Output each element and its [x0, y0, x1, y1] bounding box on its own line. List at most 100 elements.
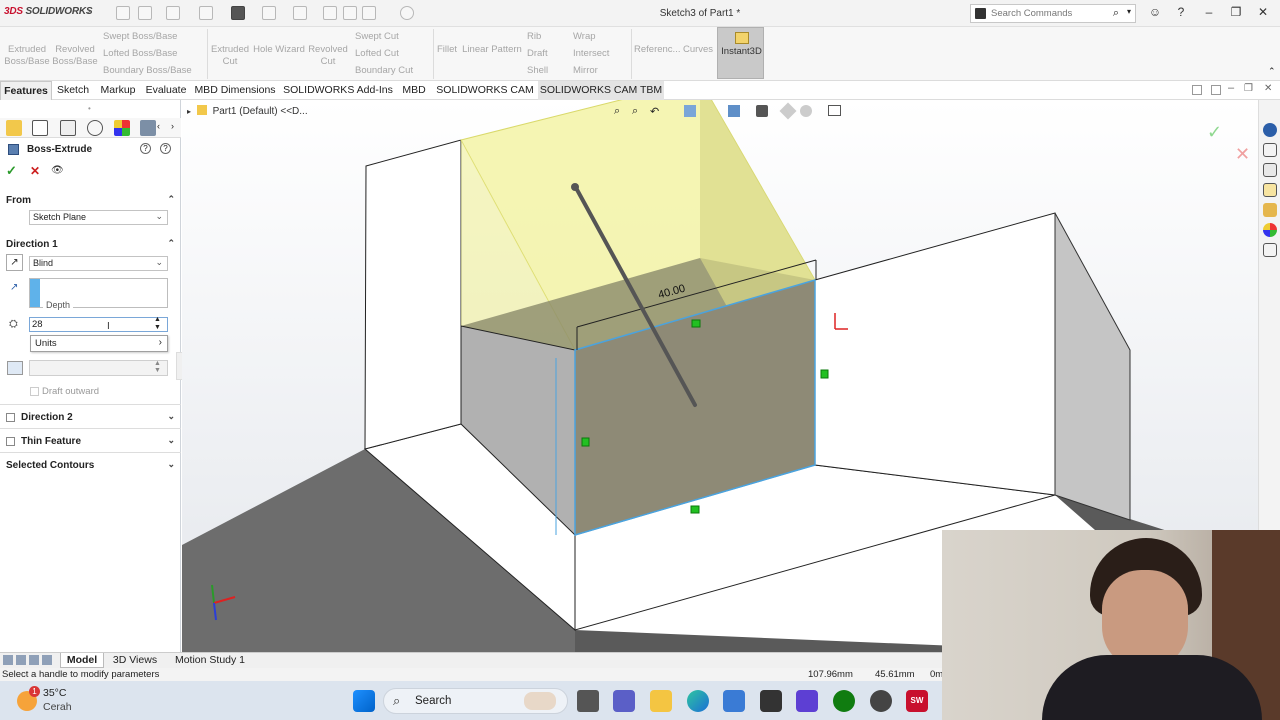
solidworks-taskbar-icon[interactable]: SW — [906, 690, 928, 712]
tab-features[interactable]: Features — [0, 81, 52, 100]
curves-button[interactable]: Curves — [682, 44, 714, 56]
display-manager-tab-icon[interactable] — [114, 120, 130, 136]
windows-start-icon[interactable] — [353, 690, 375, 712]
help-icon[interactable]: ? — [1172, 5, 1190, 21]
tab-nav-next-icon[interactable] — [29, 655, 39, 665]
units-flyout[interactable]: Units › — [30, 335, 168, 352]
teams-icon[interactable] — [613, 690, 635, 712]
panel-splitter-dot[interactable]: • — [88, 104, 91, 113]
home-pane-icon[interactable] — [1263, 143, 1277, 157]
close-button[interactable]: ✕ — [1254, 5, 1272, 21]
edit-appearance-icon[interactable] — [800, 105, 812, 117]
tab-markup[interactable]: Markup — [95, 81, 141, 100]
hide-show-icon[interactable] — [779, 102, 797, 120]
options-gear-icon[interactable] — [400, 6, 414, 20]
tab-solidworks-cam[interactable]: SOLIDWORKS CAM — [434, 81, 536, 100]
tab-model[interactable]: Model — [60, 653, 104, 668]
chevron-down-icon[interactable]: ⌄ — [167, 411, 175, 422]
store-icon[interactable] — [723, 690, 745, 712]
menu-expand-icon[interactable]: › — [87, 6, 90, 17]
draft-icon[interactable] — [7, 361, 23, 375]
new-window-icon[interactable] — [1211, 85, 1221, 95]
revolved-cut-button[interactable]: Revolved Cut — [308, 44, 348, 68]
tab-mbd[interactable]: MBD — [397, 81, 431, 100]
section-selected-contours[interactable]: Selected Contours ⌄ — [0, 457, 181, 475]
display-settings-icon[interactable] — [828, 105, 841, 116]
undo-icon[interactable] — [262, 6, 276, 20]
spin-up-icon[interactable]: ▲ — [154, 316, 161, 323]
xbox-icon[interactable] — [833, 690, 855, 712]
view-orientation-icon[interactable] — [728, 105, 740, 117]
doc-close-icon[interactable]: ✕ — [1264, 83, 1272, 94]
rib-button[interactable]: Rib — [527, 31, 541, 42]
draft-button[interactable]: Draft — [527, 48, 548, 59]
spin-down-icon[interactable]: ▼ — [154, 367, 161, 374]
design-library-icon[interactable] — [1263, 163, 1277, 177]
thin-feature-checkbox[interactable] — [6, 437, 15, 446]
revolved-boss-button[interactable]: Revolved Boss/Base — [52, 44, 98, 68]
from-select[interactable]: Sketch Plane ⌄ — [29, 210, 168, 225]
spin-up-icon[interactable]: ▲ — [154, 360, 161, 367]
extruded-cut-button[interactable]: Extruded Cut — [210, 44, 250, 68]
intersect-button[interactable]: Intersect — [573, 48, 609, 59]
cam-tab-icon[interactable] — [140, 120, 156, 136]
tab-motion-study[interactable]: Motion Study 1 — [168, 653, 252, 668]
hole-wizard-button[interactable]: Hole Wizard — [252, 44, 306, 56]
restore-button[interactable]: ❐ — [1227, 5, 1245, 21]
configuration-tab-icon[interactable] — [60, 120, 76, 136]
tab-scroll-left-icon[interactable]: ‹ — [157, 121, 160, 131]
tab-nav-first-icon[interactable] — [3, 655, 13, 665]
swept-cut-button[interactable]: Swept Cut — [355, 31, 399, 42]
propertymanager-tab-icon[interactable] — [32, 120, 48, 136]
file-properties-icon[interactable] — [362, 6, 376, 20]
3d-app-icon[interactable] — [760, 690, 782, 712]
redo-icon[interactable] — [293, 6, 307, 20]
recorder-icon[interactable] — [870, 690, 892, 712]
reference-geometry-button[interactable]: Referenc... — [634, 44, 680, 56]
new-document-icon[interactable] — [138, 6, 152, 20]
boundary-cut-button[interactable]: Boundary Cut — [355, 65, 413, 76]
section-view-icon[interactable] — [684, 105, 696, 117]
flyout-tree[interactable]: ▸ Part1 (Default) <<D... — [187, 105, 308, 117]
section-direction-1[interactable]: Direction 1 ⌃ — [0, 236, 181, 254]
tab-scroll-right-icon[interactable]: › — [171, 121, 174, 131]
custom-properties-icon[interactable] — [1263, 243, 1277, 257]
weather-temperature[interactable]: 35°C — [43, 687, 66, 699]
preview-eye-icon[interactable]: 👁 — [51, 165, 64, 176]
dimxpert-tab-icon[interactable] — [87, 120, 103, 136]
tab-3d-views[interactable]: 3D Views — [108, 653, 162, 668]
tab-solidworks-addins[interactable]: SOLIDWORKS Add-Ins — [281, 81, 395, 100]
zoom-to-fit-icon[interactable]: ⌕ — [614, 105, 620, 118]
section-direction-2[interactable]: Direction 2 ⌄ — [0, 409, 181, 427]
view-palette-icon[interactable] — [1263, 203, 1277, 217]
tab-sketch[interactable]: Sketch — [53, 81, 93, 100]
solidworks-logo[interactable]: 3DS SOLIDWORKS — [4, 6, 93, 17]
ok-checkmark-icon[interactable]: ✓ — [6, 163, 17, 179]
section-thin-feature[interactable]: Thin Feature ⌄ — [0, 433, 181, 451]
appearances-icon[interactable] — [1263, 223, 1277, 237]
file-explorer-icon[interactable] — [1263, 183, 1277, 197]
section-from[interactable]: From ⌃ — [0, 192, 181, 210]
open-folder-icon[interactable] — [166, 6, 180, 20]
tab-mbd-dimensions[interactable]: MBD Dimensions — [192, 81, 278, 100]
end-condition-select[interactable]: Blind ⌄ — [29, 256, 168, 271]
taskbar-search[interactable]: ⌕ Search — [383, 688, 568, 714]
display-style-icon[interactable] — [756, 105, 768, 117]
boundary-boss-button[interactable]: Boundary Boss/Base — [103, 65, 192, 76]
chevron-down-icon[interactable]: ⌄ — [167, 435, 175, 446]
collapse-ribbon-icon[interactable]: ⌃ — [1268, 66, 1276, 77]
chevron-up-icon[interactable]: ⌃ — [167, 194, 175, 205]
cancel-x-icon[interactable]: ✕ — [30, 164, 40, 178]
linear-pattern-button[interactable]: Linear Pattern — [462, 44, 522, 56]
tab-nav-prev-icon[interactable] — [16, 655, 26, 665]
chevron-up-icon[interactable]: ⌃ — [167, 238, 175, 249]
notes-app-icon[interactable] — [796, 690, 818, 712]
chevron-down-icon[interactable]: ⌄ — [167, 459, 175, 470]
home-icon[interactable] — [116, 6, 130, 20]
user-account-icon[interactable]: ☺ — [1146, 5, 1164, 21]
lofted-cut-button[interactable]: Lofted Cut — [355, 48, 399, 59]
mirror-button[interactable]: Mirror — [573, 65, 598, 76]
extruded-boss-button[interactable]: Extruded Boss/Base — [4, 44, 50, 68]
swept-boss-button[interactable]: Swept Boss/Base — [103, 31, 177, 42]
doc-minimize-icon[interactable]: – — [1228, 82, 1234, 94]
